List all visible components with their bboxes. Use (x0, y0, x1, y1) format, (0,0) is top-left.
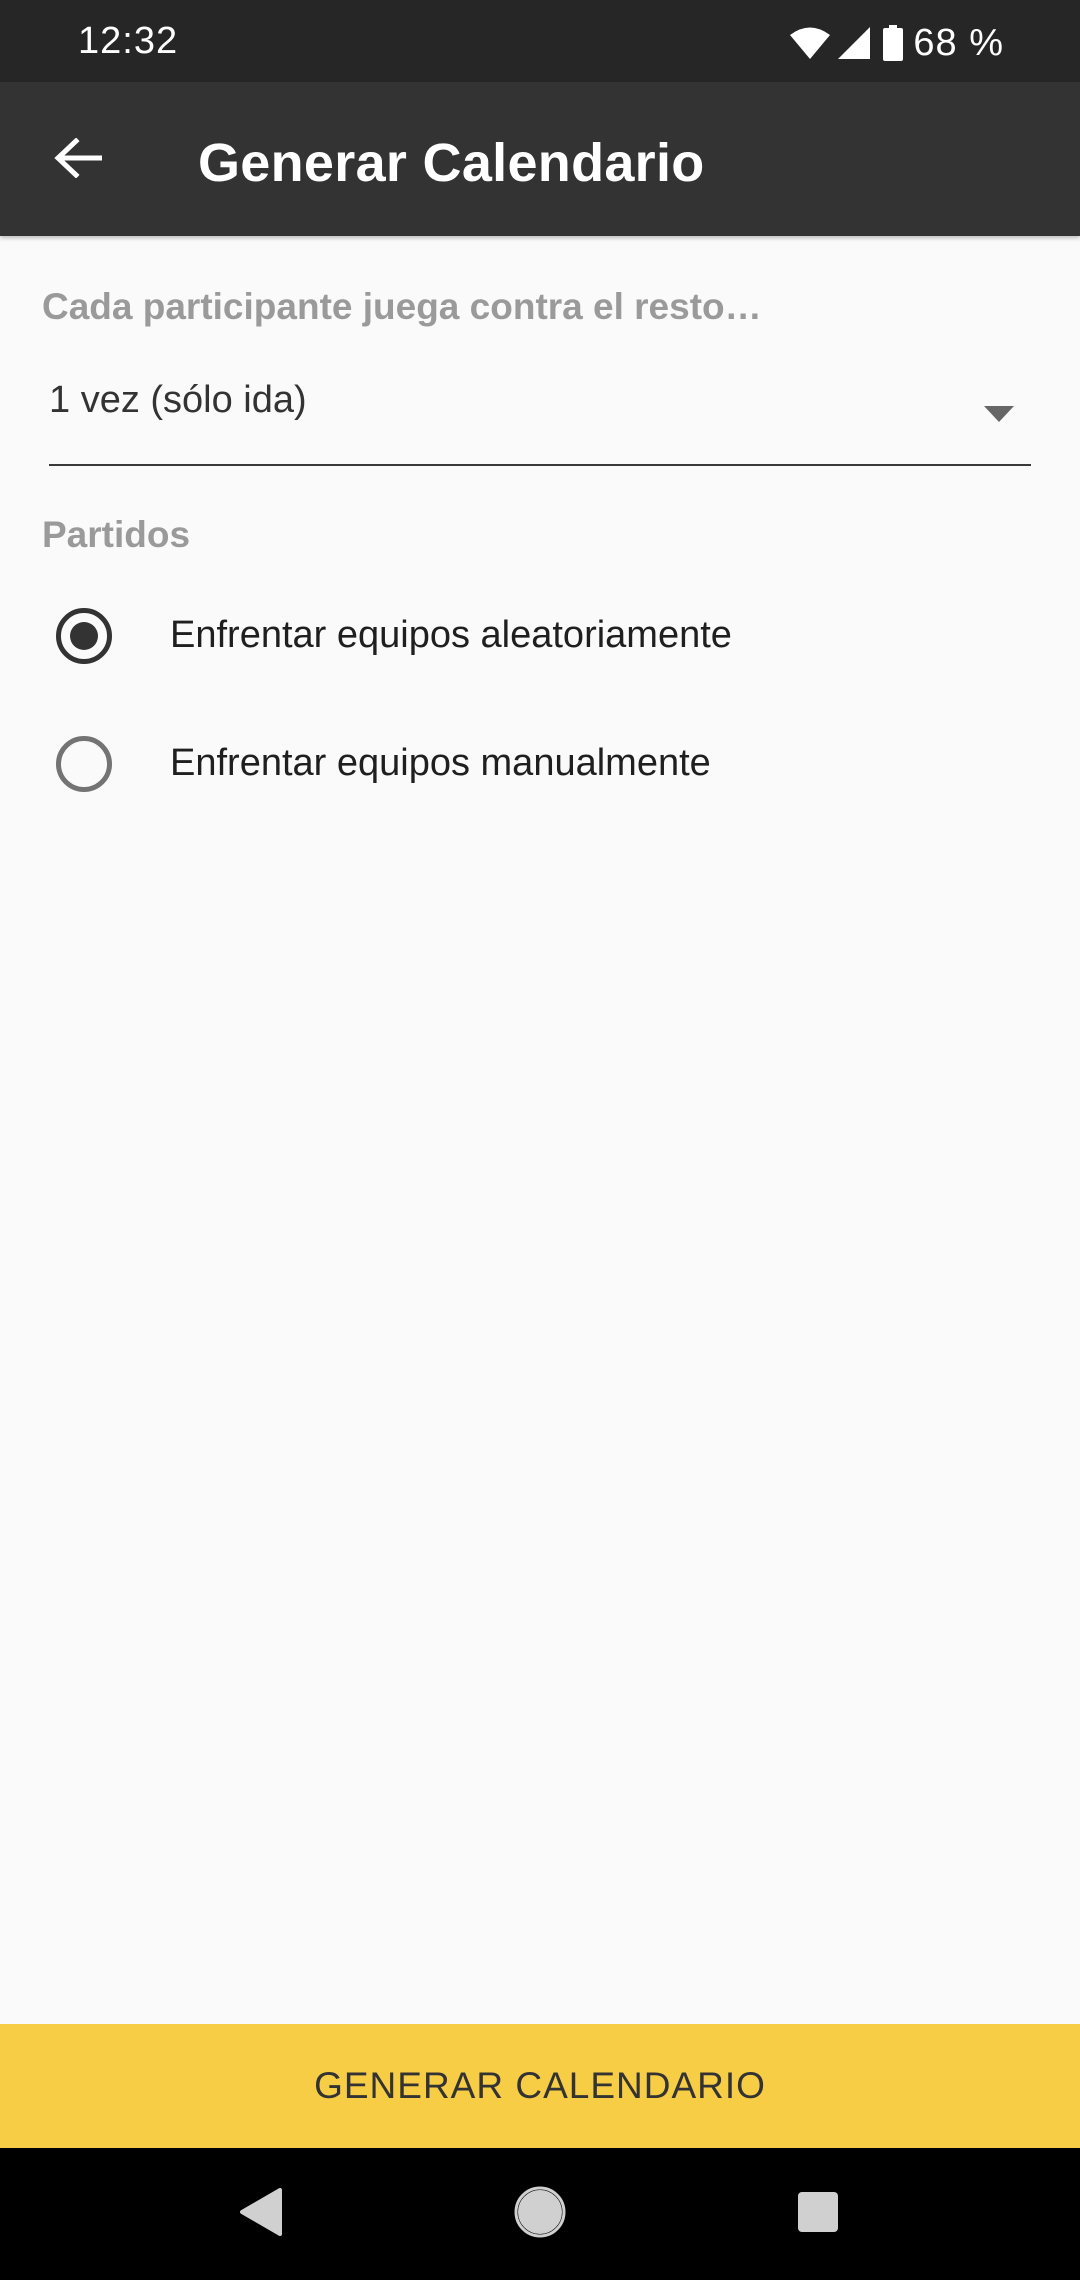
rounds-dropdown-value: 1 vez (sólo ida) (49, 379, 307, 421)
radio-label-manual: Enfrentar equipos manualmente (170, 742, 711, 784)
back-triangle-icon (238, 2187, 282, 2241)
recents-square-icon (797, 2191, 839, 2238)
wifi-icon (789, 26, 831, 60)
app-bar: Generar Calendario (0, 82, 1080, 236)
rounds-section-label: Cada participante juega contra el resto… (42, 286, 762, 327)
home-circle-icon (514, 2186, 566, 2243)
radio-option-random[interactable]: Enfrentar equipos aleatoriamente (0, 580, 1080, 690)
page-title: Generar Calendario (198, 133, 705, 193)
generate-calendar-label: GENERAR CALENDARIO (314, 2065, 766, 2106)
back-button[interactable] (36, 124, 120, 196)
arrow-back-icon (54, 136, 103, 183)
status-time: 12:32 (78, 20, 179, 62)
system-nav-bar (0, 2148, 1080, 2280)
nav-recents-button[interactable] (776, 2172, 860, 2256)
battery-icon (883, 25, 904, 61)
nav-back-button[interactable] (218, 2172, 302, 2256)
status-icons: 68 % (789, 20, 1004, 66)
matches-section-label: Partidos (42, 514, 191, 555)
radio-checked-icon[interactable] (56, 608, 112, 664)
radio-label-random: Enfrentar equipos aleatoriamente (170, 614, 732, 656)
battery-percent: 68 % (913, 22, 1004, 64)
rounds-dropdown[interactable]: 1 vez (sólo ida) (49, 368, 1031, 466)
signal-icon (837, 26, 871, 60)
nav-home-button[interactable] (498, 2172, 582, 2256)
generate-calendar-button[interactable]: GENERAR CALENDARIO (0, 2024, 1080, 2148)
radio-option-manual[interactable]: Enfrentar equipos manualmente (0, 708, 1080, 818)
dropdown-arrow-icon (984, 406, 1014, 427)
radio-unchecked-icon[interactable] (56, 736, 112, 792)
radio-dot (70, 622, 98, 650)
status-bar: 12:32 68 % (0, 0, 1080, 82)
